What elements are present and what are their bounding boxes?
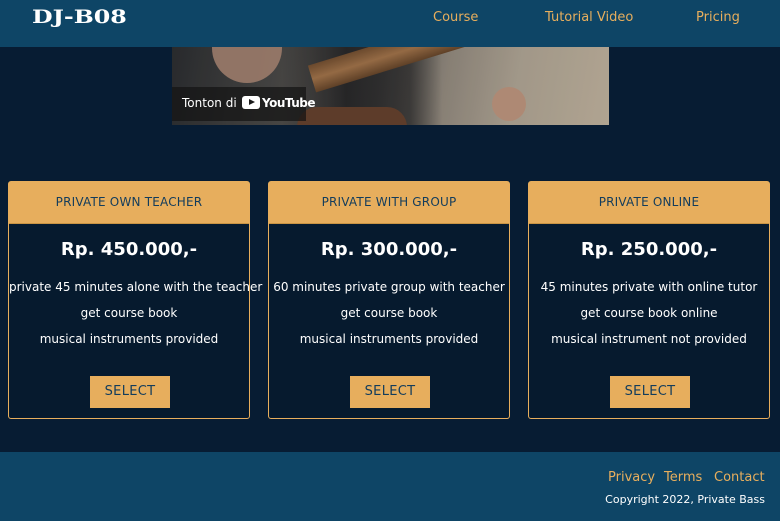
pricing-card-title: PRIVATE OWN TEACHER <box>55 195 203 209</box>
select-button[interactable]: SELECT <box>90 376 170 408</box>
youtube-wordmark: YouTube <box>262 96 316 110</box>
watch-on-label: Tonton di <box>182 96 237 110</box>
copyright-text: Copyright 2022, Private Bass <box>605 493 765 506</box>
pricing-card-private-with-group: PRIVATE WITH GROUP Rp. 300.000,- 60 minu… <box>268 181 510 419</box>
embedded-video-player[interactable]: Tonton di YouTube <box>172 47 609 125</box>
pricing-card-title: PRIVATE WITH GROUP <box>321 195 457 209</box>
nav-link-course[interactable]: Course <box>433 9 478 27</box>
pricing-card-price: Rp. 250.000,- <box>580 239 718 260</box>
footer-link-privacy[interactable]: Privacy <box>608 469 655 487</box>
pricing-feature: private 45 minutes alone with the teache… <box>9 280 263 294</box>
pricing-card-header: PRIVATE OWN TEACHER <box>9 182 249 224</box>
nav-link-pricing[interactable]: Pricing <box>696 9 740 27</box>
pricing-card-private-online: PRIVATE ONLINE Rp. 250.000,- 45 minutes … <box>528 181 770 419</box>
watch-on-youtube-button[interactable]: Tonton di YouTube <box>172 87 316 121</box>
pricing-feature: 60 minutes private group with teacher <box>273 280 505 294</box>
pricing-feature: musical instruments provided <box>299 332 479 346</box>
footer-link-terms[interactable]: Terms <box>664 469 702 487</box>
select-button[interactable]: SELECT <box>610 376 690 408</box>
pricing-feature: musical instrument not provided <box>551 332 747 346</box>
pricing-card-price: Rp. 300.000,- <box>320 239 458 260</box>
pricing-card-header: PRIVATE WITH GROUP <box>269 182 509 224</box>
nav-link-tutorial-video[interactable]: Tutorial Video <box>545 9 633 27</box>
pricing-card-title: PRIVATE ONLINE <box>598 195 700 209</box>
footer-link-contact[interactable]: Contact <box>714 469 765 487</box>
pricing-feature: musical instruments provided <box>39 332 219 346</box>
top-navbar: DJ-B08 Course Tutorial Video Pricing <box>0 0 780 47</box>
pricing-feature: 45 minutes private with online tutor <box>540 280 758 294</box>
pricing-feature: get course book online <box>580 306 718 320</box>
pricing-card-private-own-teacher: PRIVATE OWN TEACHER Rp. 450.000,- privat… <box>8 181 263 419</box>
pricing-card-header: PRIVATE ONLINE <box>529 182 769 224</box>
site-logo[interactable]: DJ-B08 <box>32 5 127 29</box>
pricing-feature: get course book <box>80 306 178 320</box>
pricing-card-price: Rp. 450.000,- <box>60 239 198 260</box>
site-footer: Privacy Terms Contact Copyright 2022, Pr… <box>0 452 780 521</box>
youtube-play-icon <box>242 96 260 109</box>
select-button[interactable]: SELECT <box>350 376 430 408</box>
pricing-feature: get course book <box>340 306 438 320</box>
